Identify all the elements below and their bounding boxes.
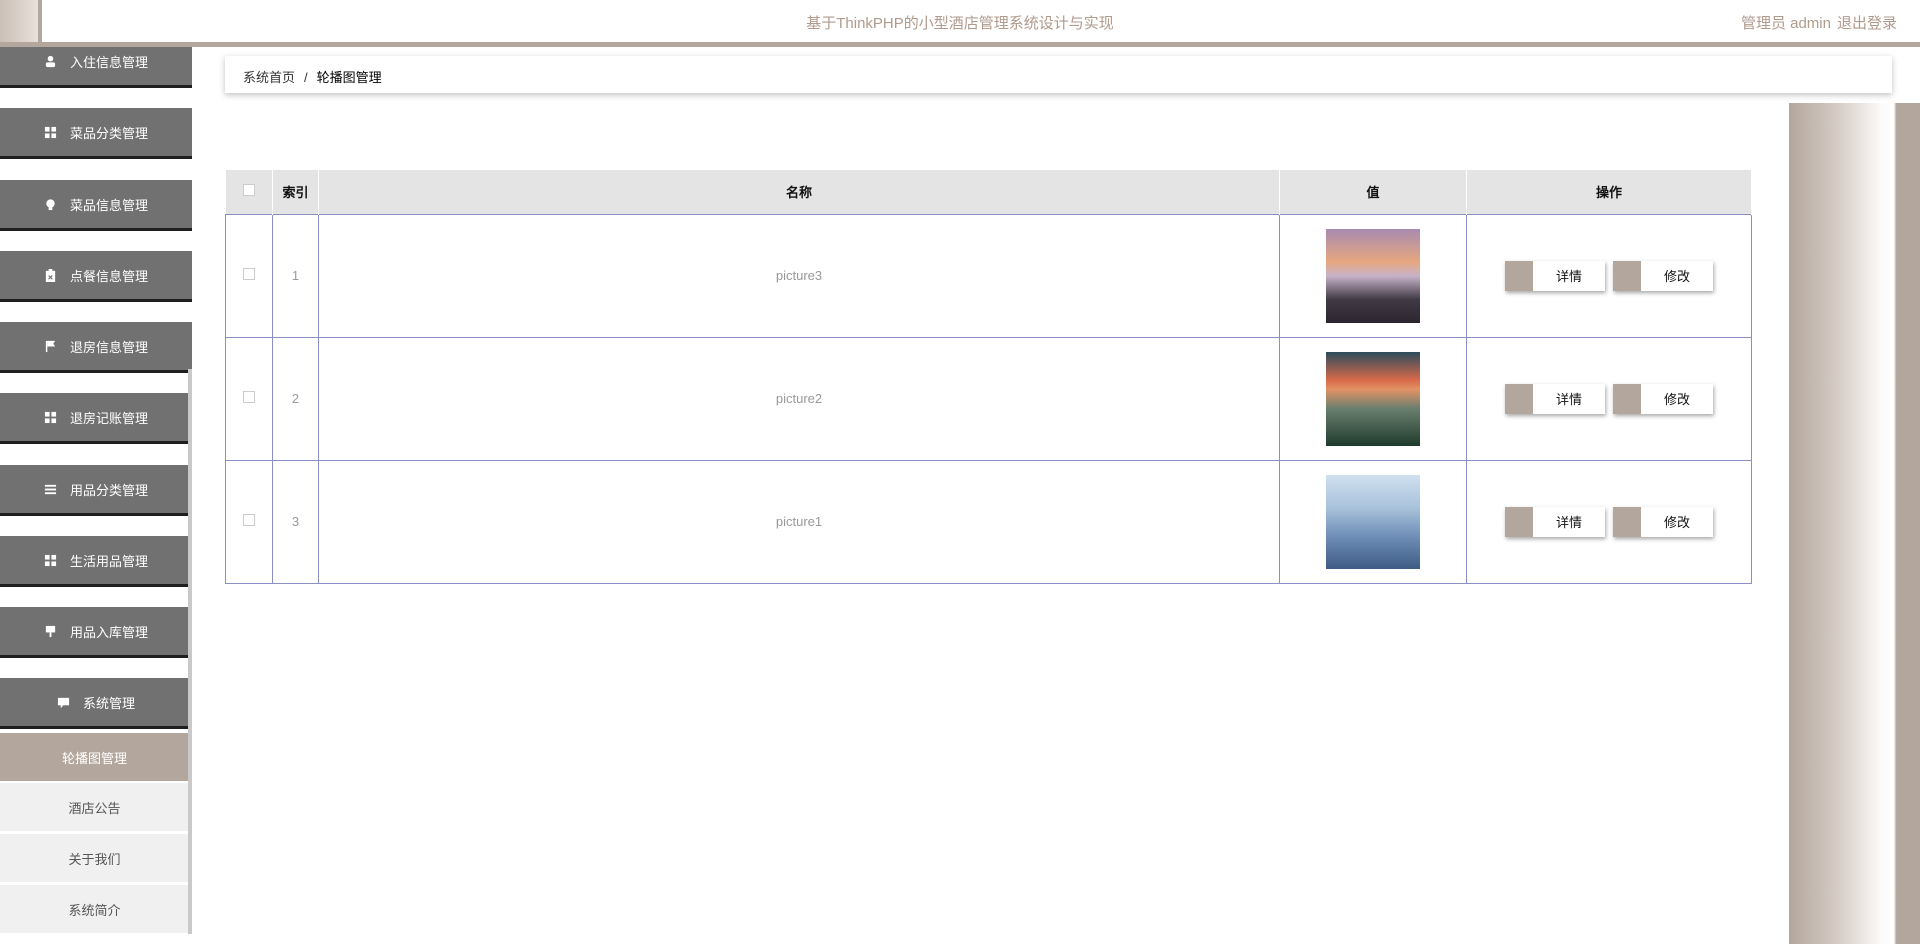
sidebar-item-label: 菜品信息管理 [69,197,148,213]
header-value: 值 [1279,170,1467,214]
breadcrumb-home[interactable]: 系统首页 [243,70,295,85]
user-role: 管理员 admin [1740,15,1831,32]
header-index: 索引 [272,170,319,214]
data-table: 索引 名称 值 操作 1 picture3 详情 修改 2 picture2 详… [225,170,1752,584]
clipboard-icon [44,268,58,282]
sidebar-item-checkin[interactable]: 入住信息管理 [0,47,192,85]
sidebar-sub-carousel[interactable]: 轮播图管理 [0,733,189,781]
header-name: 名称 [318,170,1280,214]
row-checkbox[interactable] [243,391,255,403]
list-icon [44,482,58,496]
sidebar-item-label: 入住信息管理 [69,54,148,70]
right-decoration [1789,103,1920,944]
row-name: picture2 [318,336,1280,461]
detail-button[interactable]: 详情 [1505,506,1605,537]
grid-icon [44,553,58,567]
bulb-icon [44,197,58,211]
breadcrumb: 系统首页 / 轮播图管理 [225,56,1892,93]
sidebar-item-label: 退房记账管理 [69,410,148,426]
sidebar-item-label: 用品分类管理 [69,482,148,498]
sidebar-scrollbar[interactable] [188,369,192,934]
row-index: 3 [272,459,319,584]
row-checkbox[interactable] [243,268,255,280]
detail-button[interactable]: 详情 [1505,260,1605,291]
sidebar-item-dish-category[interactable]: 菜品分类管理 [0,108,192,156]
breadcrumb-separator: / [304,70,308,85]
top-header: 基于ThinkPHP的小型酒店管理系统设计与实现 管理员 admin 退出登录 [0,0,1920,47]
sidebar-item-order-info[interactable]: 点餐信息管理 [0,251,192,299]
row-thumbnail-image [1326,228,1420,323]
logout-link[interactable]: 退出登录 [1837,15,1897,32]
row-index: 2 [272,336,319,461]
edit-button[interactable]: 修改 [1613,383,1713,414]
header-actions: 操作 [1466,170,1752,214]
sidebar-item-supply-stock[interactable]: 用品入库管理 [0,607,192,655]
edit-button[interactable]: 修改 [1613,260,1713,291]
row-name: picture1 [318,459,1280,584]
app-title: 基于ThinkPHP的小型酒店管理系统设计与实现 [806,15,1114,32]
sidebar-item-label: 生活用品管理 [69,553,148,569]
sidebar-item-label: 用品入库管理 [69,624,148,640]
chat-icon [57,695,71,709]
row-index: 1 [272,213,319,338]
sidebar-item-label: 菜品分类管理 [69,125,148,141]
sidebar-sub-intro[interactable]: 系统简介 [0,885,189,933]
sidebar-item-label: 退房信息管理 [69,339,148,355]
sidebar-sub-about[interactable]: 关于我们 [0,834,189,882]
sidebar-item-label: 系统管理 [82,695,135,711]
detail-button[interactable]: 详情 [1505,383,1605,414]
edit-button[interactable]: 修改 [1613,506,1713,537]
select-all-checkbox[interactable] [242,184,255,197]
sidebar-item-checkout-info[interactable]: 退房信息管理 [0,322,192,370]
sidebar-item-system[interactable]: 系统管理 [0,678,192,726]
sidebar-item-checkout-billing[interactable]: 退房记账管理 [0,393,192,441]
sidebar-sub-notice[interactable]: 酒店公告 [0,783,189,831]
table-row: 3 picture1 详情 修改 [225,459,1752,584]
grid-icon [44,410,58,424]
user-area: 管理员 admin 退出登录 [1735,12,1897,33]
row-thumbnail-image [1326,351,1420,446]
user-icon [44,54,58,68]
flag-icon [44,339,58,353]
table-row: 1 picture3 详情 修改 [225,213,1752,338]
thumbtack-icon [44,624,58,638]
table-row: 2 picture2 详情 修改 [225,336,1752,461]
sidebar-item-supply-category[interactable]: 用品分类管理 [0,465,192,513]
table-header-row: 索引 名称 值 操作 [225,170,1752,214]
sidebar: 入住信息管理 菜品分类管理 菜品信息管理 点餐信息管理 退房信息管理 退房记账管… [0,47,192,944]
row-checkbox[interactable] [243,514,255,526]
sidebar-item-label: 点餐信息管理 [69,268,148,284]
row-name: picture3 [318,213,1280,338]
header-select-all[interactable] [225,170,273,214]
row-thumbnail-image [1326,474,1420,569]
sidebar-item-dish-info[interactable]: 菜品信息管理 [0,180,192,228]
sidebar-item-daily-supplies[interactable]: 生活用品管理 [0,536,192,584]
breadcrumb-current: 轮播图管理 [316,70,382,85]
grid-icon [44,125,58,139]
